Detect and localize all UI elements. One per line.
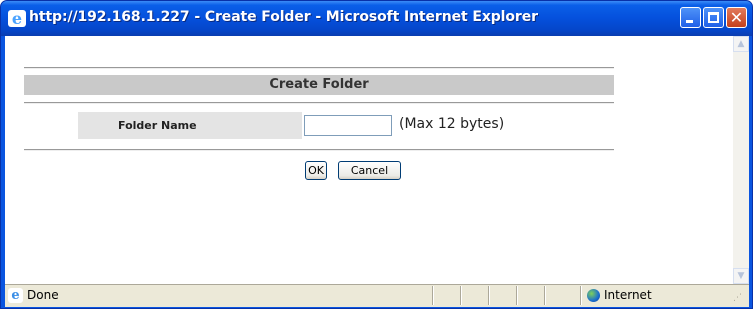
- divider-form: [24, 149, 614, 151]
- browser-window: e http://192.168.1.227 - Create Folder -…: [0, 0, 753, 309]
- cancel-button[interactable]: Cancel: [338, 161, 401, 180]
- folder-name-label-cell: Folder Name: [78, 112, 302, 139]
- ok-button[interactable]: OK: [305, 161, 327, 180]
- client-area: Create Folder Folder Name (Max 12 bytes)…: [5, 36, 749, 284]
- title-bar[interactable]: e http://192.168.1.227 - Create Folder -…: [1, 1, 752, 36]
- maximize-icon: [708, 12, 719, 23]
- page-content: Create Folder Folder Name (Max 12 bytes)…: [5, 36, 733, 284]
- vertical-scrollbar[interactable]: ▲ ▼: [733, 36, 749, 284]
- divider-header: [24, 102, 614, 104]
- status-pane-divider: [460, 286, 462, 305]
- status-pane-divider: [488, 286, 490, 305]
- folder-name-input[interactable]: [304, 115, 392, 136]
- status-pane-divider: [516, 286, 518, 305]
- page-title: Create Folder: [24, 75, 614, 95]
- scroll-up-arrow-icon[interactable]: ▲: [733, 36, 749, 52]
- divider-top: [24, 67, 614, 69]
- ie-logo-icon[interactable]: e: [8, 10, 26, 27]
- security-zone-text: Internet: [604, 288, 652, 302]
- window-title: http://192.168.1.227 - Create Folder - M…: [29, 9, 538, 25]
- scroll-down-arrow-icon[interactable]: ▼: [733, 268, 749, 284]
- ie-page-icon: e: [8, 288, 23, 303]
- status-bar: e Done Internet ⋰: [5, 284, 749, 307]
- globe-icon: [587, 289, 600, 302]
- status-text: Done: [27, 288, 59, 302]
- status-pane-divider: [544, 286, 546, 305]
- minimize-button[interactable]: [680, 7, 701, 28]
- folder-name-label: Folder Name: [118, 119, 197, 132]
- minimize-icon: [686, 20, 693, 23]
- status-pane-divider: [580, 286, 582, 305]
- close-icon: ✕: [729, 8, 744, 27]
- folder-name-hint: (Max 12 bytes): [399, 116, 505, 132]
- status-pane-divider: [432, 286, 434, 305]
- close-button[interactable]: ✕: [726, 7, 747, 28]
- resize-grip-icon[interactable]: ⋰: [733, 293, 742, 303]
- maximize-button[interactable]: [703, 7, 724, 28]
